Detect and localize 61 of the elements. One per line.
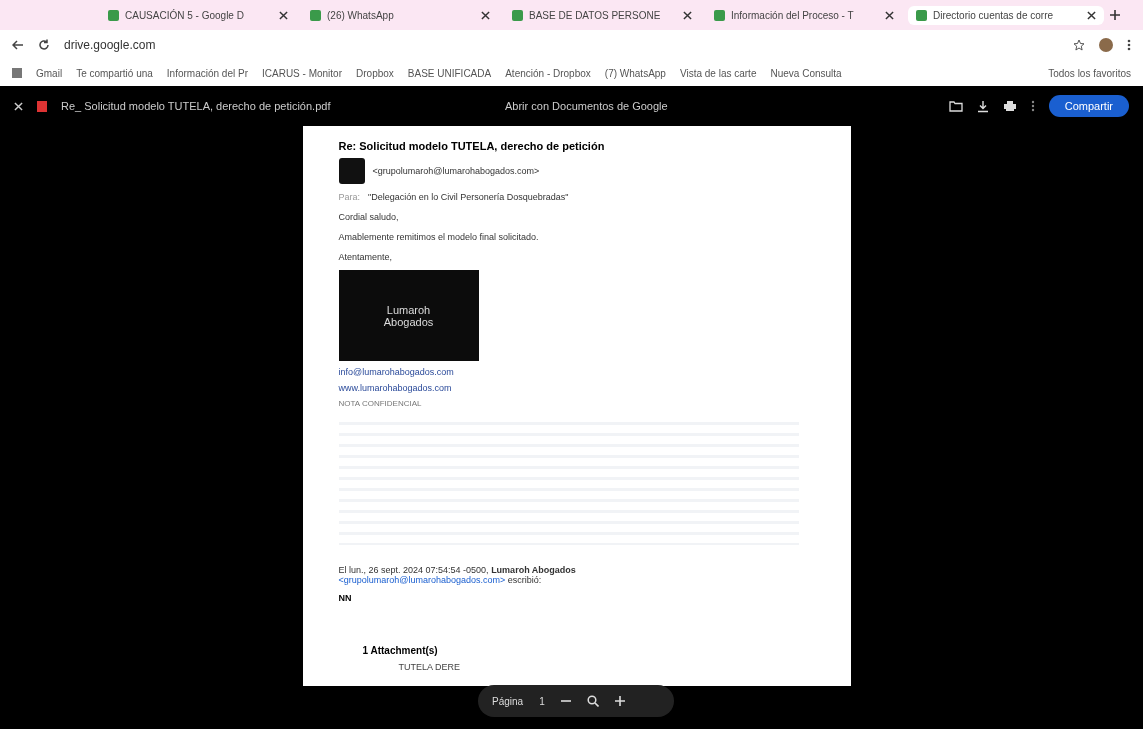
- download-icon[interactable]: [976, 99, 989, 113]
- sender-avatar: [338, 158, 365, 184]
- body-text: Atentamente,: [338, 252, 393, 262]
- search-icon[interactable]: [586, 695, 599, 707]
- browser-tab[interactable]: (26) WhatsApp: [302, 5, 498, 25]
- browser-tab[interactable]: Directorio cuentas de corre: [908, 5, 1104, 25]
- note-text: NOTA CONFIDENCIAL: [338, 399, 422, 409]
- bookmark-item[interactable]: Vista de las carte: [679, 67, 757, 79]
- body-text: NN: [338, 593, 352, 603]
- site-icon: [512, 9, 523, 21]
- close-icon[interactable]: [1087, 10, 1096, 20]
- zoom-in-icon[interactable]: [614, 696, 625, 706]
- print-icon[interactable]: [1002, 100, 1017, 112]
- bookmark-item[interactable]: Te compartió una: [76, 67, 153, 79]
- new-tab-icon[interactable]: [1110, 10, 1120, 20]
- body-text: Amablemente remitimos el modelo final solicitado.: [338, 232, 539, 242]
- close-icon[interactable]: [481, 10, 490, 20]
- all-bookmarks-item[interactable]: Todos los favoritos: [1048, 67, 1131, 79]
- back-icon[interactable]: [12, 40, 24, 50]
- close-icon[interactable]: [885, 10, 894, 20]
- sender-address: <grupolumaroh@lumarohabogados.com>: [372, 166, 540, 176]
- star-icon[interactable]: [1073, 39, 1085, 51]
- quote-header: El lun., 26 sept. 2024 07:54:54 -0500, Lumaroh Abogados <grupolumaroh@lumarohabogados.com> escribió:: [338, 565, 576, 585]
- bookmark-item[interactable]: (7) WhatsApp: [604, 67, 666, 79]
- browser-tab[interactable]: Información del Proceso - T: [706, 5, 902, 25]
- to-label: Para:: [338, 192, 360, 202]
- bookmark-item[interactable]: Dropbox: [356, 67, 394, 79]
- open-with-button[interactable]: Abrir con Documentos de Google: [505, 100, 668, 112]
- share-button[interactable]: Compartir: [1048, 95, 1129, 117]
- file-name: Re_ Solicitud modelo TUTELA, derecho de petición.pdf: [61, 100, 332, 112]
- link[interactable]: www.lumarohabogados.com: [338, 383, 452, 394]
- bookmark-item[interactable]: ICARUS - Monitor: [262, 67, 342, 79]
- close-icon[interactable]: [279, 10, 288, 20]
- site-icon: [916, 9, 927, 21]
- profile-icon[interactable]: [1099, 38, 1113, 52]
- site-icon: [714, 9, 725, 21]
- browser-tab[interactable]: BASE DE DATOS PERSONE: [504, 5, 700, 25]
- page-label: Página: [492, 695, 524, 707]
- menu-icon[interactable]: [1127, 39, 1131, 51]
- page-number[interactable]: 1: [539, 695, 545, 707]
- attachment-name: TUTELA DERE: [398, 662, 460, 672]
- site-icon: [108, 9, 119, 21]
- bookmark-item[interactable]: Gmail: [36, 67, 63, 79]
- browser-tab[interactable]: CAUSACIÓN 5 - Google D: [100, 5, 296, 25]
- bookmark-item[interactable]: Información del Pr: [166, 67, 248, 79]
- link[interactable]: <grupolumaroh@lumarohabogados.com>: [338, 575, 506, 585]
- reload-icon[interactable]: [38, 39, 50, 51]
- recipient: "Delegación en lo Civil Personería Dosquebradas": [368, 192, 569, 202]
- attachments-label: 1 Attachment(s): [362, 645, 438, 656]
- email-subject: Re: Solicitud modelo TUTELA, derecho de petición: [338, 140, 605, 152]
- bookmark-item[interactable]: BASE UNIFICADA: [407, 67, 492, 79]
- body-text: Cordial saludo,: [338, 212, 399, 222]
- link[interactable]: info@lumarohabogados.com: [338, 367, 454, 378]
- more-icon[interactable]: [1030, 100, 1035, 112]
- bookmark-item[interactable]: Nueva Consulta: [770, 67, 842, 79]
- pdf-icon: [37, 100, 47, 112]
- bookmark-item[interactable]: Atención - Dropbox: [505, 67, 591, 79]
- logo: Lumaroh Abogados: [338, 270, 479, 362]
- folder-icon[interactable]: [948, 100, 963, 112]
- site-icon: [310, 9, 321, 21]
- close-icon[interactable]: [683, 10, 692, 20]
